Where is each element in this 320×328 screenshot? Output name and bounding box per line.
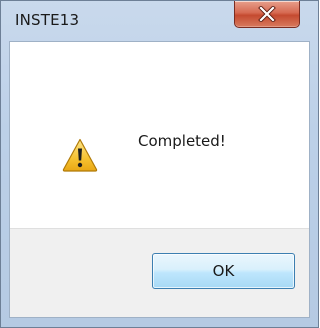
message-area: Completed! [10,42,309,228]
ok-button[interactable]: OK [152,253,295,289]
dialog-window: INSTE13 Completed! OK [0,0,319,328]
close-icon [258,6,276,22]
dialog-message: Completed! [138,132,226,150]
dialog-footer: OK [10,228,309,317]
dialog-client-area: Completed! OK [9,41,310,318]
warning-icon [62,138,98,172]
title-bar[interactable]: INSTE13 [1,1,318,41]
window-title: INSTE13 [15,11,80,29]
close-button[interactable] [234,1,300,28]
